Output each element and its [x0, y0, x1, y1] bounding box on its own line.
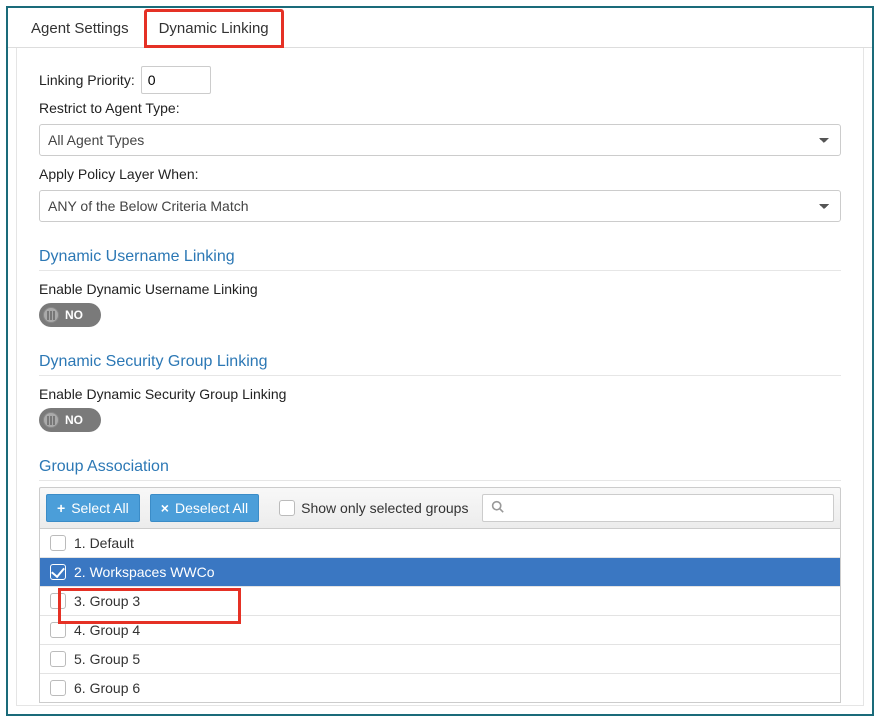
checkbox-icon — [50, 651, 66, 667]
linking-priority-input[interactable] — [141, 66, 211, 94]
checkbox-icon — [279, 500, 295, 516]
toggle-state-text: NO — [65, 308, 83, 322]
toggle-state-text: NO — [65, 413, 83, 427]
tab-dynamic-linking[interactable]: Dynamic Linking — [144, 9, 284, 48]
group-item[interactable]: 2. Workspaces WWCo — [40, 558, 840, 587]
group-item-label: 1. Default — [74, 535, 134, 551]
group-search-input[interactable] — [482, 494, 834, 522]
plus-icon: + — [57, 500, 65, 516]
apply-policy-label: Apply Policy Layer When: — [39, 166, 199, 182]
toggle-knob-icon — [43, 307, 59, 323]
group-item-label: 5. Group 5 — [74, 651, 140, 667]
tab-strip: Agent Settings Dynamic Linking — [8, 8, 872, 48]
select-all-label: Select All — [71, 500, 129, 516]
enable-dyn-username-toggle[interactable]: NO — [39, 303, 101, 327]
group-list: 1. Default 2. Workspaces WWCo 3. Group 3 4.… — [39, 529, 841, 703]
group-item[interactable]: 4. Group 4 — [40, 616, 840, 645]
group-toolbar: + Select All × Deselect All Show only se… — [39, 487, 841, 529]
group-item[interactable]: 3. Group 3 — [40, 587, 840, 616]
select-all-button[interactable]: + Select All — [46, 494, 140, 522]
group-item-label: 4. Group 4 — [74, 622, 140, 638]
show-only-selected-checkbox[interactable]: Show only selected groups — [279, 500, 468, 516]
checkbox-icon — [50, 622, 66, 638]
group-item[interactable]: 5. Group 5 — [40, 645, 840, 674]
tab-agent-settings[interactable]: Agent Settings — [16, 9, 144, 48]
deselect-all-label: Deselect All — [175, 500, 248, 516]
restrict-agent-type-label: Restrict to Agent Type: — [39, 100, 180, 116]
group-item-label: 2. Workspaces WWCo — [74, 564, 215, 580]
checkbox-icon — [50, 593, 66, 609]
config-panel: Agent Settings Dynamic Linking Linking P… — [6, 6, 874, 716]
group-item[interactable]: 1. Default — [40, 529, 840, 558]
group-item-label: 3. Group 3 — [74, 593, 140, 609]
group-item[interactable]: 6. Group 6 — [40, 674, 840, 702]
enable-dyn-security-toggle[interactable]: NO — [39, 408, 101, 432]
linking-priority-label: Linking Priority: — [39, 72, 135, 88]
toggle-knob-icon — [43, 412, 59, 428]
section-dynamic-security-title: Dynamic Security Group Linking — [39, 353, 841, 376]
checkbox-icon — [50, 680, 66, 696]
checkbox-icon — [50, 564, 66, 580]
show-only-label: Show only selected groups — [301, 500, 468, 516]
enable-dyn-security-label: Enable Dynamic Security Group Linking — [39, 386, 841, 402]
checkbox-icon — [50, 535, 66, 551]
deselect-all-button[interactable]: × Deselect All — [150, 494, 259, 522]
restrict-agent-type-select[interactable]: All Agent Types — [39, 124, 841, 156]
section-group-association-title: Group Association — [39, 458, 841, 481]
close-icon: × — [161, 500, 169, 516]
apply-policy-select[interactable]: ANY of the Below Criteria Match — [39, 190, 841, 222]
section-dynamic-username-title: Dynamic Username Linking — [39, 248, 841, 271]
enable-dyn-username-label: Enable Dynamic Username Linking — [39, 281, 841, 297]
tab-panel-dynamic-linking: Linking Priority: Restrict to Agent Type… — [16, 48, 864, 706]
search-icon — [491, 500, 504, 516]
group-item-label: 6. Group 6 — [74, 680, 140, 696]
